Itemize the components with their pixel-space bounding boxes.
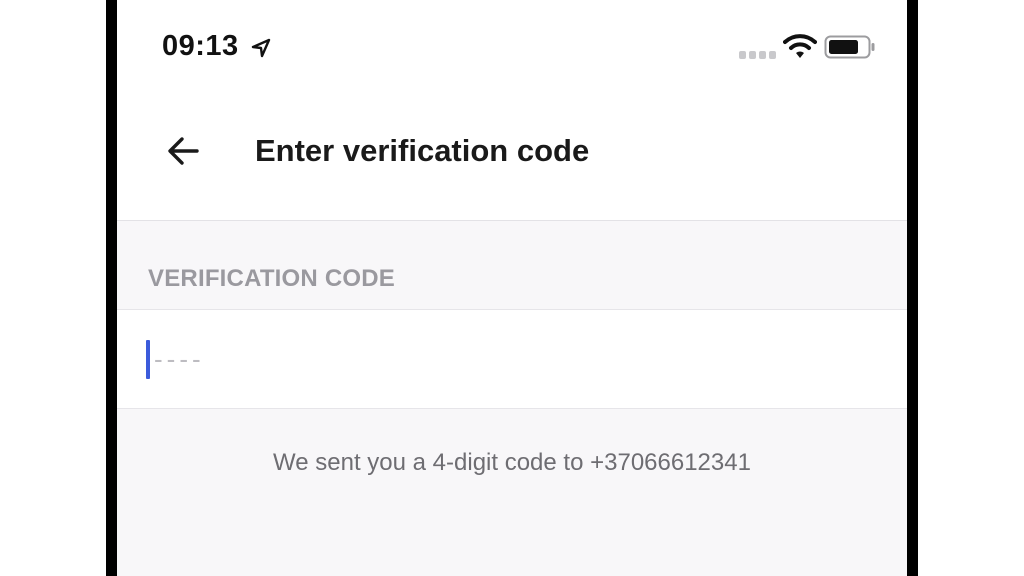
device-bezel-left xyxy=(106,0,117,576)
code-input-row[interactable]: ---- xyxy=(117,309,907,409)
location-arrow-icon xyxy=(251,38,271,58)
arrow-left-icon[interactable] xyxy=(163,131,203,171)
battery-icon xyxy=(824,35,875,59)
section-label: VERIFICATION CODE xyxy=(148,265,395,292)
status-bar: 09:13 xyxy=(117,0,907,95)
device-bezel-right xyxy=(907,0,918,576)
cellular-signal-icon xyxy=(739,51,776,59)
phone-screen: 09:13 Enter verification code VERIFICATI… xyxy=(117,0,907,576)
status-time: 09:13 xyxy=(162,30,239,62)
verification-code-input[interactable] xyxy=(142,332,842,386)
wifi-icon xyxy=(783,34,817,58)
helper-text: We sent you a 4-digit code to +370666123… xyxy=(273,449,751,476)
nav-header: Enter verification code xyxy=(117,95,907,221)
page-title: Enter verification code xyxy=(255,133,590,168)
